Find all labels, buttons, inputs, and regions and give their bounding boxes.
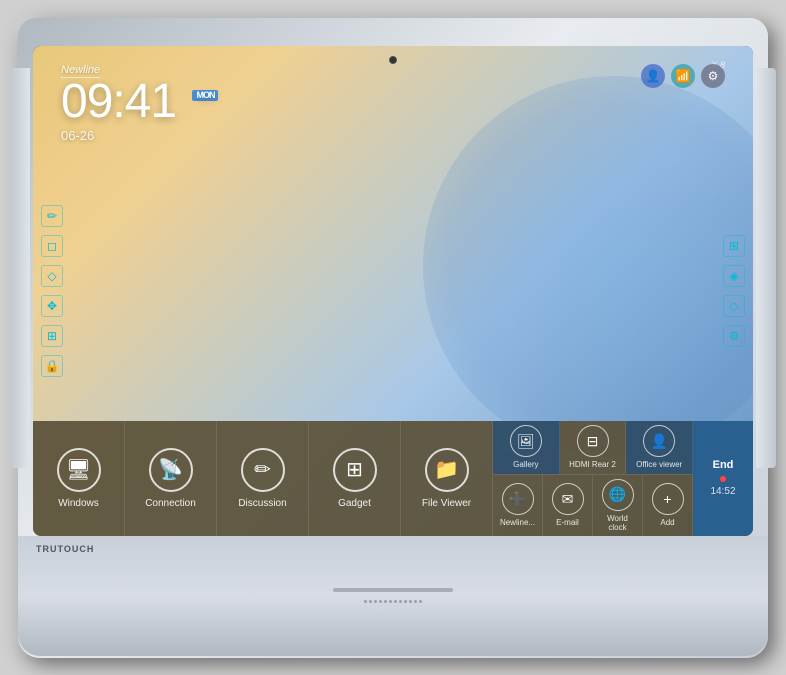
windows-label: Windows — [58, 498, 99, 509]
clock-time: 09:41 MON — [61, 78, 218, 126]
clock-area: 09:41 MON 06-26 — [61, 78, 218, 143]
worldclock-icon: 🌐 — [602, 479, 634, 511]
worldclock-label: World clock — [597, 514, 638, 532]
right-tool-1[interactable]: ⊞ — [723, 235, 745, 257]
right-tool-2[interactable]: ◈ — [723, 265, 745, 287]
bottom-bezel: TRUTOUCH — [18, 536, 768, 656]
newline-app-icon: ➕ — [502, 483, 534, 515]
quick-office[interactable]: 👤 Office viewer — [626, 421, 693, 474]
move-tool[interactable]: ✥ — [41, 295, 63, 317]
taskbar: 🖥 Windows 📡 Connection ✏ Discussion ⊞ Ga… — [33, 421, 753, 536]
shape-tool[interactable]: ◇ — [41, 265, 63, 287]
app-gadget[interactable]: ⊞ Gadget — [309, 421, 401, 536]
end-panel: End 14:52 — [693, 421, 753, 536]
right-sidebar: ⊞ ◈ ◇ ⚙ — [723, 235, 745, 347]
pen-tool[interactable]: ✏ — [41, 205, 63, 227]
office-icon: 👤 — [643, 425, 675, 457]
left-sidebar: ✏ ◻ ◇ ✥ ⊞ 🔒 — [41, 205, 63, 377]
bg-circle — [423, 76, 753, 456]
gallery-icon: 🖼 — [510, 425, 542, 457]
zoom-tool[interactable]: ⊞ — [41, 325, 63, 347]
email-label: E-mail — [556, 518, 579, 527]
device: Newline X·8 09:41 MON 06-26 👤 📶 ⚙ ✏ ◻ — [18, 18, 768, 658]
quick-worldclock[interactable]: 🌐 World clock — [593, 475, 643, 536]
file-viewer-icon: 📁 — [425, 448, 469, 492]
quick-email[interactable]: ✉ E-mail — [543, 475, 593, 536]
newline-app-label: Newline... — [500, 518, 535, 527]
quick-access-panel: 🖼 Gallery ⊟ HDMI Rear 2 👤 Office viewer — [493, 421, 693, 536]
app-windows[interactable]: 🖥 Windows — [33, 421, 125, 536]
top-right-icons: 👤 📶 ⚙ — [641, 64, 725, 88]
gadget-icon: ⊞ — [333, 448, 377, 492]
eraser-tool[interactable]: ◻ — [41, 235, 63, 257]
discussion-label: Discussion — [238, 498, 286, 509]
file-viewer-label: File Viewer — [422, 498, 471, 509]
discussion-icon: ✏ — [241, 448, 285, 492]
quick-hdmi[interactable]: ⊟ HDMI Rear 2 — [560, 421, 627, 474]
email-icon: ✉ — [552, 483, 584, 515]
right-bezel — [756, 68, 776, 468]
quick-top-row: 🖼 Gallery ⊟ HDMI Rear 2 👤 Office viewer — [493, 421, 693, 475]
end-button-label[interactable]: End — [713, 459, 734, 472]
end-dot — [720, 476, 726, 482]
left-bezel — [10, 68, 30, 468]
office-label: Office viewer — [636, 460, 682, 469]
app-connection[interactable]: 📡 Connection — [125, 421, 217, 536]
connection-label: Connection — [145, 498, 196, 509]
quick-newline[interactable]: ➕ Newline... — [493, 475, 543, 536]
settings-icon[interactable]: ⚙ — [701, 64, 725, 88]
end-time: 14:52 — [710, 486, 735, 497]
right-tool-3[interactable]: ◇ — [723, 295, 745, 317]
day-badge: MON — [192, 90, 218, 101]
user-icon[interactable]: 👤 — [641, 64, 665, 88]
app-file-viewer[interactable]: 📁 File Viewer — [401, 421, 493, 536]
trutouch-label: TRUTOUCH — [36, 544, 94, 554]
connection-icon: 📡 — [149, 448, 193, 492]
windows-icon: 🖥 — [57, 448, 101, 492]
bottom-bar — [333, 588, 453, 592]
quick-add[interactable]: + Add — [643, 475, 693, 536]
camera — [389, 56, 397, 64]
add-icon: + — [652, 483, 684, 515]
taskbar-apps: 🖥 Windows 📡 Connection ✏ Discussion ⊞ Ga… — [33, 421, 493, 536]
gadget-label: Gadget — [338, 498, 371, 509]
gallery-label: Gallery — [513, 460, 538, 469]
network-icon[interactable]: 📶 — [671, 64, 695, 88]
right-tool-4[interactable]: ⚙ — [723, 325, 745, 347]
app-discussion[interactable]: ✏ Discussion — [217, 421, 309, 536]
hdmi-label: HDMI Rear 2 — [569, 460, 616, 469]
clock-date: 06-26 — [61, 128, 218, 143]
speaker-grille — [364, 600, 422, 603]
hdmi-icon: ⊟ — [577, 425, 609, 457]
lock-tool[interactable]: 🔒 — [41, 355, 63, 377]
screen-frame: Newline X·8 09:41 MON 06-26 👤 📶 ⚙ ✏ ◻ — [33, 46, 753, 536]
quick-bottom-row: ➕ Newline... ✉ E-mail 🌐 World clock — [493, 475, 693, 536]
screen: Newline X·8 09:41 MON 06-26 👤 📶 ⚙ ✏ ◻ — [33, 46, 753, 536]
add-label: Add — [660, 518, 674, 527]
quick-gallery[interactable]: 🖼 Gallery — [493, 421, 560, 474]
